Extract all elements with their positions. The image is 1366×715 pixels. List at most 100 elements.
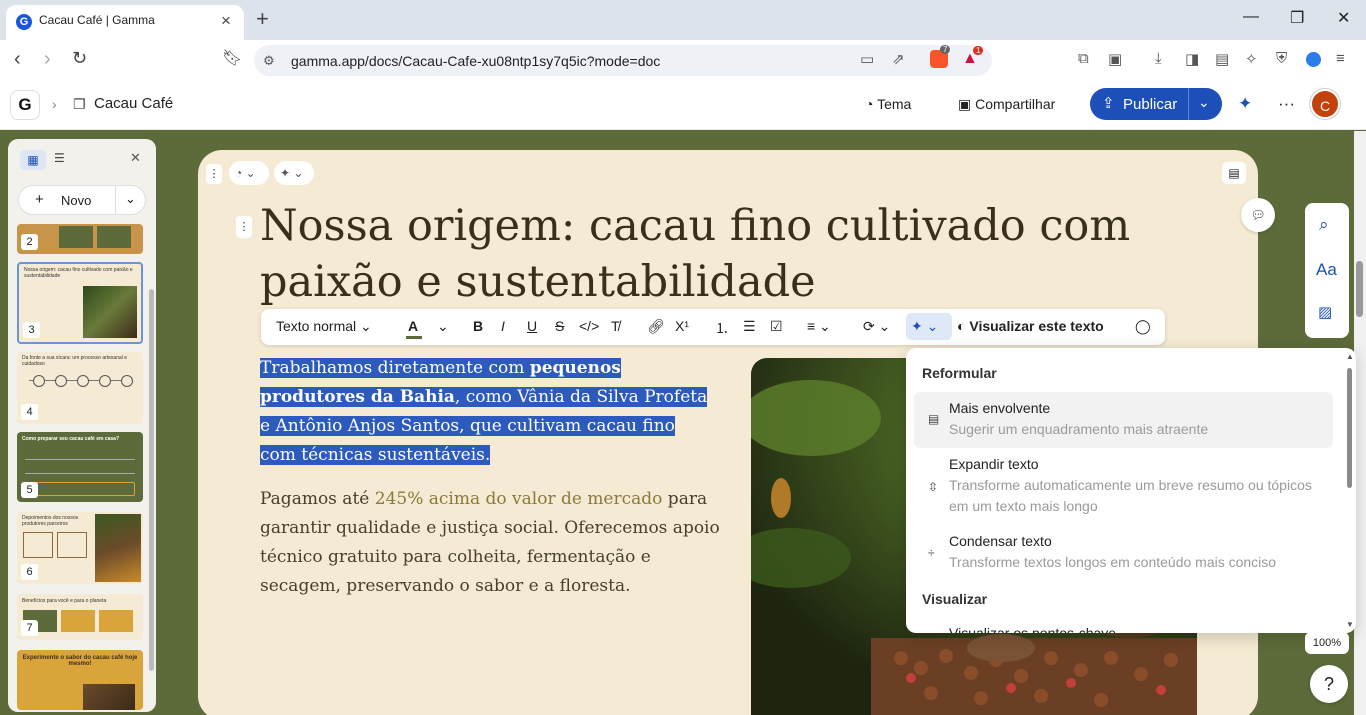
card-ai-button[interactable]: ✦ ⌄ <box>274 161 314 185</box>
maximize-icon[interactable]: ❐ <box>1290 8 1304 28</box>
slide-thumbnail[interactable]: Benefícios para você e para o planeta 7 <box>17 594 143 640</box>
italic-icon[interactable]: I <box>501 318 505 334</box>
menu-scrollbar[interactable]: ▲ ▼ <box>1344 350 1354 631</box>
underline-icon[interactable]: U <box>527 318 537 334</box>
cast-icon[interactable]: ▭ <box>860 50 874 68</box>
text-color-chevron-icon[interactable]: ⌄ <box>437 318 449 335</box>
avatar[interactable]: C <box>1310 89 1340 119</box>
gamma-logo-icon[interactable]: G <box>10 90 40 120</box>
transform-icon[interactable]: ⟳ ⌄ <box>863 318 890 335</box>
checklist-icon[interactable]: ☑ <box>770 318 783 335</box>
publish-divider <box>1188 88 1189 120</box>
menu-item-title: Expandir texto <box>949 456 1039 472</box>
share-icon[interactable]: ⇗ <box>892 50 905 68</box>
thumbnail-view-icon[interactable]: ▦ <box>20 150 46 170</box>
plus-icon: + <box>35 191 44 208</box>
link-icon[interactable]: 🔗︎ <box>647 318 665 335</box>
slide-thumbnail[interactable]: Como preparar seu cacau café em casa? 5 <box>17 432 143 502</box>
publish-chevron-icon[interactable]: ⌄ <box>1198 94 1210 111</box>
superscript-icon[interactable]: X¹ <box>675 318 689 334</box>
card-style-button[interactable]: ◔ ⌄ <box>229 161 269 185</box>
new-chevron-icon[interactable]: ⌄ <box>125 191 136 207</box>
browser-tab[interactable]: G Cacau Café | Gamma × <box>6 5 244 40</box>
page-title[interactable]: Nossa origem: cacau fino cultivado com p… <box>260 198 1160 310</box>
slide-number: 4 <box>21 404 38 420</box>
window-close-icon[interactable]: ✕ <box>1337 8 1350 28</box>
slide-thumbnail-active[interactable]: Nossa origem: cacau fino cultivado com p… <box>17 262 143 344</box>
slide-number: 2 <box>21 234 38 250</box>
text-style-dropdown[interactable]: Texto normal ⌄ <box>276 318 372 335</box>
ai-rewrite-button[interactable]: ✦ ⌄ <box>906 313 952 340</box>
reader-icon[interactable]: ▣ <box>1108 50 1122 68</box>
numbered-list-icon[interactable]: ⒈ <box>715 318 729 338</box>
vpn-icon[interactable]: ⛨ <box>1276 50 1287 67</box>
tab-close-icon[interactable]: × <box>221 11 231 31</box>
brave-shield-icon[interactable]: 7 <box>930 45 951 68</box>
more-options-icon[interactable]: ··· <box>1278 94 1295 114</box>
menu-item-condense-text[interactable]: ÷ Condensar texto Transforme textos long… <box>914 528 1333 576</box>
sidebar-scrollbar[interactable] <box>149 289 154 671</box>
profile-icon[interactable] <box>1306 52 1321 67</box>
sidebar-close-icon[interactable]: ✕ <box>130 150 141 166</box>
card-notes-icon[interactable]: ▤ <box>1222 162 1246 184</box>
bold-icon[interactable]: B <box>473 318 483 334</box>
publish-label: Publicar <box>1123 96 1178 113</box>
search-icon[interactable]: ⌕ <box>1319 215 1329 235</box>
forward-icon[interactable]: › <box>44 48 51 71</box>
theme-label: Tema <box>877 96 912 112</box>
leo-ai-icon[interactable]: ✧ <box>1245 50 1258 68</box>
share-button[interactable]: ▣ Compartilhar <box>958 96 1055 113</box>
block-handle-icon[interactable]: ⋮ <box>236 216 252 238</box>
menu-item-visualize-key-points[interactable]: Visualizar os pontos-chave <box>949 625 1116 633</box>
reload-icon[interactable]: ↻ <box>72 48 87 69</box>
download-icon[interactable]: ⤓ <box>1155 50 1162 67</box>
menu-item-expand-text[interactable]: ⇳ Expandir texto Transforme automaticame… <box>914 452 1333 522</box>
right-toolbar: ⌕ Aa ▨ <box>1305 203 1349 338</box>
code-icon[interactable]: </> <box>579 318 599 334</box>
clear-format-icon[interactable]: T̸ <box>611 318 620 334</box>
help-button[interactable]: ? <box>1310 665 1348 703</box>
extensions-icon[interactable]: ⧉ <box>1078 50 1089 67</box>
menu-icon[interactable]: ≡ <box>1336 50 1345 67</box>
doc-title[interactable]: Cacau Café <box>94 95 173 112</box>
list-view-icon[interactable]: ☰ <box>54 151 65 165</box>
bookmark-icon[interactable]: 🔖︎ <box>222 48 242 68</box>
sidebar-toggle-icon[interactable]: ◨ <box>1185 50 1199 68</box>
strikethrough-icon[interactable]: S <box>555 318 564 334</box>
palette-icon: ◔ <box>865 96 878 112</box>
menu-item-more-engaging[interactable]: ▤ Mais envolvente Sugerir um enquadramen… <box>914 392 1333 448</box>
selected-paragraph[interactable]: Trabalhamos diretamente com pequenos pro… <box>260 354 715 470</box>
wallet-icon[interactable]: ▤ <box>1215 50 1229 68</box>
section-reformular: Reformular <box>922 365 997 381</box>
slide-number: 5 <box>21 482 38 498</box>
rewards-icon[interactable]: ▲ 1 <box>962 46 984 68</box>
menu-item-title: Mais envolvente <box>949 400 1051 416</box>
thumb-title: Depoimentos dos nossos produtores parcei… <box>22 515 79 527</box>
ai-sparkle-icon[interactable]: ✦ <box>1238 94 1252 114</box>
slide-thumbnail[interactable]: Depoimentos dos nossos produtores parcei… <box>17 512 143 584</box>
minimize-icon[interactable]: — <box>1243 8 1259 26</box>
text-color-icon[interactable]: A <box>406 318 422 339</box>
publish-button[interactable]: ⇪ Publicar ⌄ <box>1090 88 1222 120</box>
comment-bubble-icon[interactable]: 💬︎ <box>1241 198 1275 232</box>
url-text[interactable]: gamma.app/docs/Cacau-Cafe-xu08ntp1sy7q5i… <box>291 53 660 69</box>
bullet-list-icon[interactable]: ☰ <box>743 318 756 335</box>
visualize-button[interactable]: ◐ Visualizar este texto <box>957 318 1104 334</box>
image-icon[interactable]: ▨ <box>1318 303 1332 321</box>
slide-thumbnail[interactable]: Da fonte a sua xícara: um processo artes… <box>17 352 143 424</box>
back-icon[interactable]: ‹ <box>14 48 21 71</box>
new-slide-button[interactable]: + Novo ⌄ <box>18 185 146 215</box>
comment-icon[interactable]: ◯ <box>1135 318 1151 335</box>
site-info-icon[interactable]: ⚙ <box>263 53 275 69</box>
engaging-icon: ▤ <box>928 412 940 426</box>
slide-thumbnail[interactable]: Experimente o sabor do cacau café hoje m… <box>17 650 143 710</box>
align-icon[interactable]: ≡ ⌄ <box>807 318 831 335</box>
card-handle-icon[interactable]: ⋮ <box>206 164 222 184</box>
font-size-icon[interactable]: Aa <box>1316 260 1337 280</box>
paragraph[interactable]: Pagamos até 245% acima do valor de merca… <box>260 485 730 601</box>
theme-button[interactable]: ◔ Tema <box>865 96 911 112</box>
menu-item-desc: Sugerir um enquadramento mais atraente <box>949 421 1209 437</box>
slide-thumbnail[interactable]: 2 <box>17 224 143 254</box>
zoom-level[interactable]: 100% <box>1305 632 1349 654</box>
new-tab-icon[interactable]: + <box>256 6 269 32</box>
